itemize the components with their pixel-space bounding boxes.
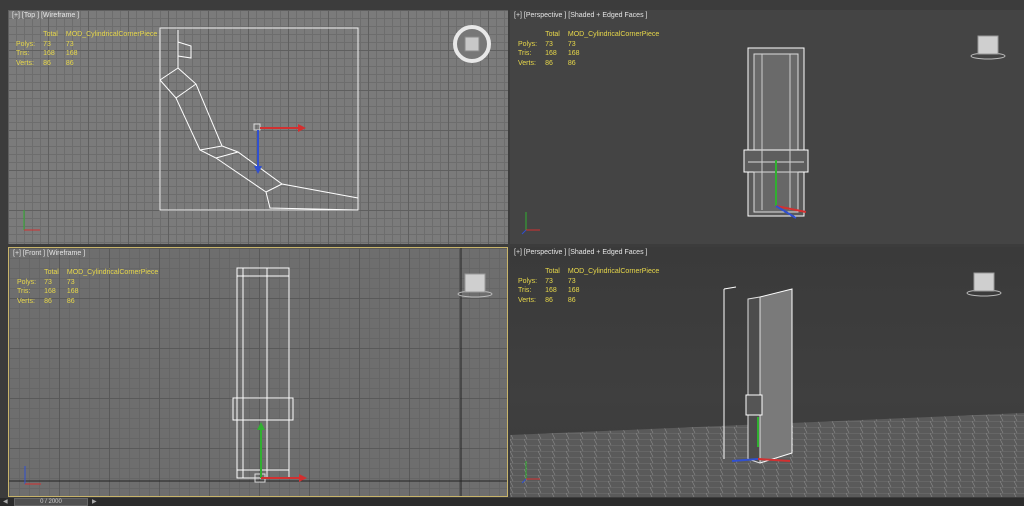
- timeline-prev-icon[interactable]: ◀: [3, 498, 8, 506]
- time-slider[interactable]: 0 / 2000: [14, 498, 88, 506]
- axis-tripod-icon: [23, 210, 40, 231]
- perspective-2-model: [723, 286, 793, 464]
- timeline-bar[interactable]: ◀ 0 / 2000 ▶: [0, 498, 1024, 506]
- perspective-1-model: [743, 47, 809, 219]
- viewport-perspective-2[interactable]: [+] [Perspective ] [Shaded + Edged Faces…: [510, 247, 1024, 497]
- viewport-top[interactable]: [+] [Top ] [Wireframe ] Total MOD_Cylindr…: [8, 10, 508, 244]
- viewcube-icon[interactable]: [968, 32, 1008, 66]
- axis-tripod-icon: [24, 466, 41, 485]
- viewport-front[interactable]: [+] [Front ] [Wireframe ] Total MOD_Cylin…: [8, 247, 508, 497]
- axis-tripod-icon: [521, 461, 540, 484]
- viewport-perspective-1[interactable]: [+] [Perspective ] [Shaded + Edged Faces…: [510, 10, 1024, 244]
- top-wireframe: [159, 27, 359, 211]
- viewcube-icon[interactable]: [964, 269, 1004, 303]
- steering-wheel-icon[interactable]: [452, 24, 492, 64]
- front-wireframe: [9, 248, 507, 496]
- timeline-next-icon[interactable]: ▶: [92, 498, 97, 506]
- axis-tripod-icon: [521, 212, 540, 235]
- viewcube-icon[interactable]: [455, 270, 495, 304]
